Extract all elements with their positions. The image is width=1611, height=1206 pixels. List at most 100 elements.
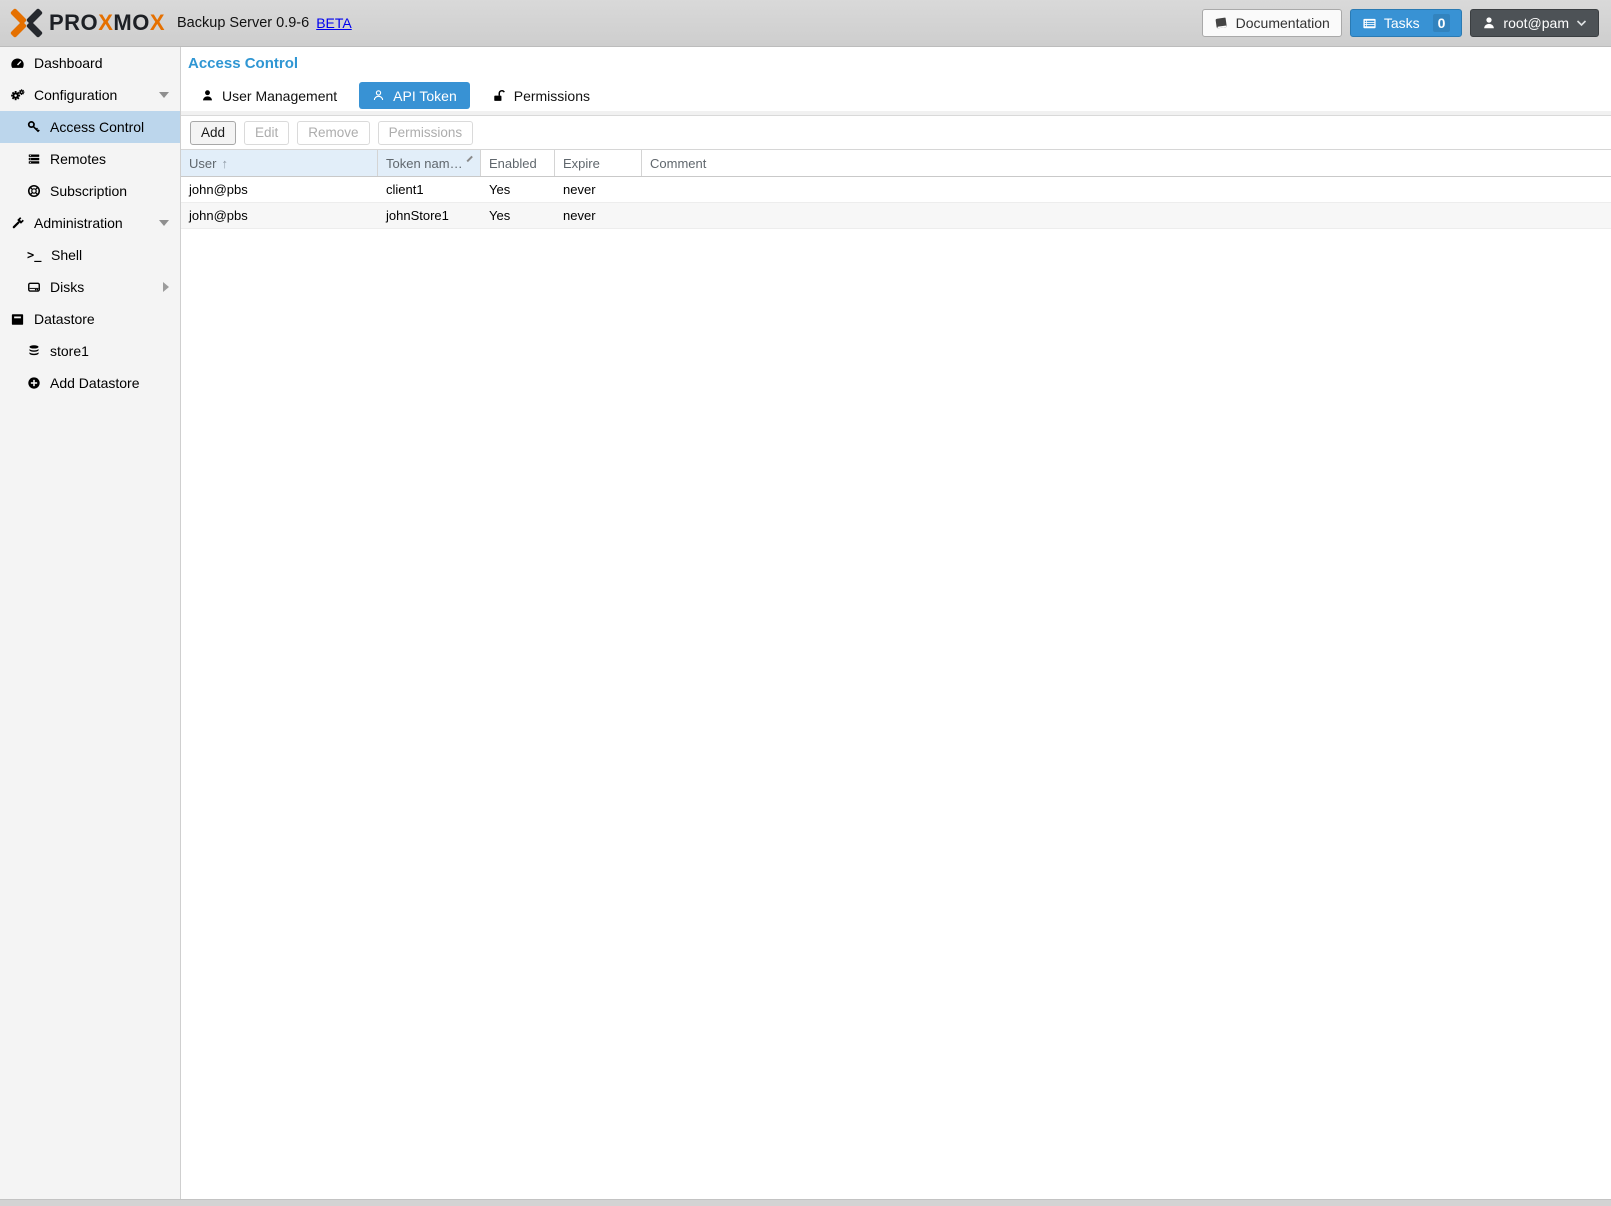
- key-icon: [27, 120, 41, 134]
- sidebar-item-label: Add Datastore: [50, 375, 140, 391]
- tasks-label: Tasks: [1384, 15, 1420, 31]
- cell-enabled: Yes: [481, 208, 555, 223]
- tab-permissions[interactable]: Permissions: [486, 82, 596, 109]
- user-menu-button[interactable]: root@pam: [1470, 9, 1599, 37]
- chevron-down-icon: [1576, 19, 1587, 27]
- user-icon: [1482, 16, 1496, 30]
- sidebar-item-configuration[interactable]: Configuration: [0, 79, 180, 111]
- wrench-icon: [10, 216, 25, 231]
- table-row[interactable]: john@pbs johnStore1 Yes never: [181, 203, 1611, 229]
- proxmox-logo: PROXMOX: [12, 8, 165, 38]
- column-label: Token nam…: [386, 156, 463, 171]
- hdd-icon: [27, 280, 41, 294]
- sidebar-item-label: Disks: [50, 279, 84, 295]
- header-actions: Documentation Tasks 0 root@pam: [1202, 9, 1599, 37]
- sidebar-item-label: Datastore: [34, 311, 95, 327]
- sidebar-nav: Dashboard Configuration Access Control: [0, 47, 181, 1199]
- sidebar-item-label: Dashboard: [34, 55, 103, 71]
- cell-user: john@pbs: [181, 182, 378, 197]
- user-label: root@pam: [1503, 15, 1569, 31]
- sidebar-item-label: Access Control: [50, 119, 144, 135]
- caret-right-icon[interactable]: [163, 282, 169, 292]
- sidebar-item-administration[interactable]: Administration: [0, 207, 180, 239]
- beta-link[interactable]: BETA: [316, 15, 352, 31]
- wordmark-segment: X: [98, 10, 113, 35]
- documentation-button[interactable]: Documentation: [1202, 9, 1342, 37]
- column-header-comment[interactable]: Comment: [642, 150, 1611, 176]
- sidebar-item-remotes[interactable]: Remotes: [0, 143, 180, 175]
- unlock-icon: [492, 89, 506, 103]
- table-header-row: User ↑ Token nam… Enabled Expire Commen: [181, 149, 1611, 177]
- terminal-icon: >_: [27, 248, 42, 262]
- column-header-user[interactable]: User ↑: [181, 150, 378, 176]
- sidebar-item-label: Configuration: [34, 87, 117, 103]
- wordmark-segment: MO: [113, 10, 149, 35]
- tasks-count-badge: 0: [1433, 14, 1451, 32]
- cell-enabled: Yes: [481, 182, 555, 197]
- user-outline-icon: [372, 89, 385, 102]
- column-label: Comment: [650, 156, 706, 171]
- gears-icon: [10, 88, 25, 103]
- sidebar-item-add-datastore[interactable]: Add Datastore: [0, 367, 180, 399]
- sort-ascending-icon: ↑: [221, 156, 228, 171]
- cell-token: client1: [378, 182, 481, 197]
- proxmox-wordmark: PROXMOX: [49, 12, 165, 34]
- grid-toolbar: Add Edit Remove Permissions: [181, 116, 1611, 149]
- archive-box-icon: [10, 312, 25, 327]
- sidebar-item-datastore[interactable]: Datastore: [0, 303, 180, 335]
- task-list-icon: [1362, 16, 1377, 31]
- proxmox-x-icon: [12, 8, 42, 38]
- tab-label: Permissions: [514, 88, 590, 104]
- list-icon: [27, 152, 41, 166]
- dashboard-icon: [10, 56, 25, 71]
- tab-bar: User Management API Token Permissions: [195, 82, 1611, 109]
- sidebar-item-shell[interactable]: >_ Shell: [0, 239, 180, 271]
- column-label: Expire: [563, 156, 600, 171]
- plus-circle-icon: [27, 376, 41, 390]
- add-button[interactable]: Add: [190, 121, 236, 145]
- top-header-bar: PROXMOX Backup Server 0.9-6 BETA Documen…: [0, 0, 1611, 47]
- edit-button: Edit: [244, 121, 289, 145]
- column-label: Enabled: [489, 156, 537, 171]
- column-header-expire[interactable]: Expire: [555, 150, 642, 176]
- product-version-label: Backup Server 0.9-6: [177, 15, 309, 31]
- cell-token: johnStore1: [378, 208, 481, 223]
- content-area: Dashboard Configuration Access Control: [0, 47, 1611, 1199]
- tab-api-token[interactable]: API Token: [359, 82, 470, 109]
- database-icon: [27, 344, 41, 358]
- page-title: Access Control: [188, 55, 1611, 72]
- sidebar-item-subscription[interactable]: Subscription: [0, 175, 180, 207]
- column-label: User: [189, 156, 216, 171]
- cell-expire: never: [555, 208, 642, 223]
- caret-down-icon[interactable]: [159, 220, 169, 226]
- sidebar-item-label: Remotes: [50, 151, 106, 167]
- sidebar-item-store1[interactable]: store1: [0, 335, 180, 367]
- remove-button: Remove: [297, 121, 369, 145]
- tab-user-management[interactable]: User Management: [195, 82, 343, 109]
- user-icon: [201, 89, 214, 102]
- table-row[interactable]: john@pbs client1 Yes never: [181, 177, 1611, 203]
- bottom-edge-bar: [0, 1199, 1611, 1206]
- sidebar-item-disks[interactable]: Disks: [0, 271, 180, 303]
- app-window: PROXMOX Backup Server 0.9-6 BETA Documen…: [0, 0, 1611, 1206]
- life-ring-icon: [27, 184, 41, 198]
- documentation-label: Documentation: [1236, 15, 1330, 31]
- column-header-token-name[interactable]: Token nam…: [378, 150, 481, 176]
- sidebar-item-label: Shell: [51, 247, 82, 263]
- cell-expire: never: [555, 182, 642, 197]
- sidebar-item-dashboard[interactable]: Dashboard: [0, 47, 180, 79]
- tab-label: User Management: [222, 88, 337, 104]
- wordmark-segment: PRO: [49, 10, 98, 35]
- column-header-enabled[interactable]: Enabled: [481, 150, 555, 176]
- api-token-table: User ↑ Token nam… Enabled Expire Commen: [181, 149, 1611, 229]
- permissions-button: Permissions: [378, 121, 474, 145]
- tasks-button[interactable]: Tasks 0: [1350, 9, 1463, 37]
- book-icon: [1214, 16, 1229, 31]
- wordmark-segment: X: [150, 10, 165, 35]
- sidebar-item-access-control[interactable]: Access Control: [0, 111, 180, 143]
- main-panel: Access Control User Management API Token: [181, 47, 1611, 1199]
- caret-down-icon[interactable]: [159, 92, 169, 98]
- sidebar-item-label: Subscription: [50, 183, 127, 199]
- tab-label: API Token: [393, 88, 457, 104]
- clipped-sort-icon: [466, 156, 472, 162]
